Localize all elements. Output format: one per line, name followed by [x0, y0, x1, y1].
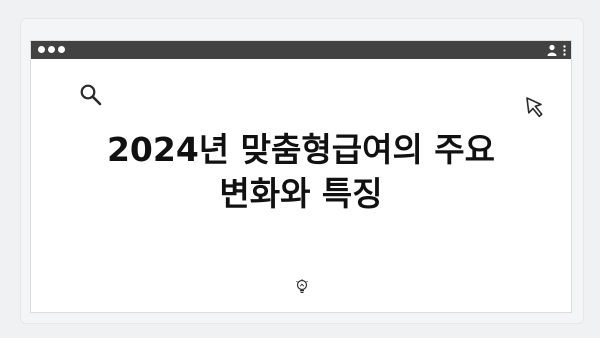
window-dot-3[interactable]	[58, 46, 65, 53]
search-icon	[80, 84, 102, 106]
profile-icon[interactable]	[547, 44, 557, 56]
browser-window: 2024년 맞춤형급여의 주요 변화와 특징	[30, 40, 572, 313]
kebab-menu-icon[interactable]	[563, 45, 566, 56]
title-line-1: 2024년 맞춤형급여의 주요	[106, 130, 496, 169]
window-titlebar	[31, 41, 571, 59]
cursor-arrow-icon	[526, 97, 543, 118]
page-title: 2024년 맞춤형급여의 주요 변화와 특징	[51, 128, 551, 216]
window-dot-2[interactable]	[48, 46, 55, 53]
title-line-2: 변화와 특징	[219, 174, 383, 213]
lightbulb-icon	[296, 279, 308, 293]
window-dot-1[interactable]	[38, 46, 45, 53]
